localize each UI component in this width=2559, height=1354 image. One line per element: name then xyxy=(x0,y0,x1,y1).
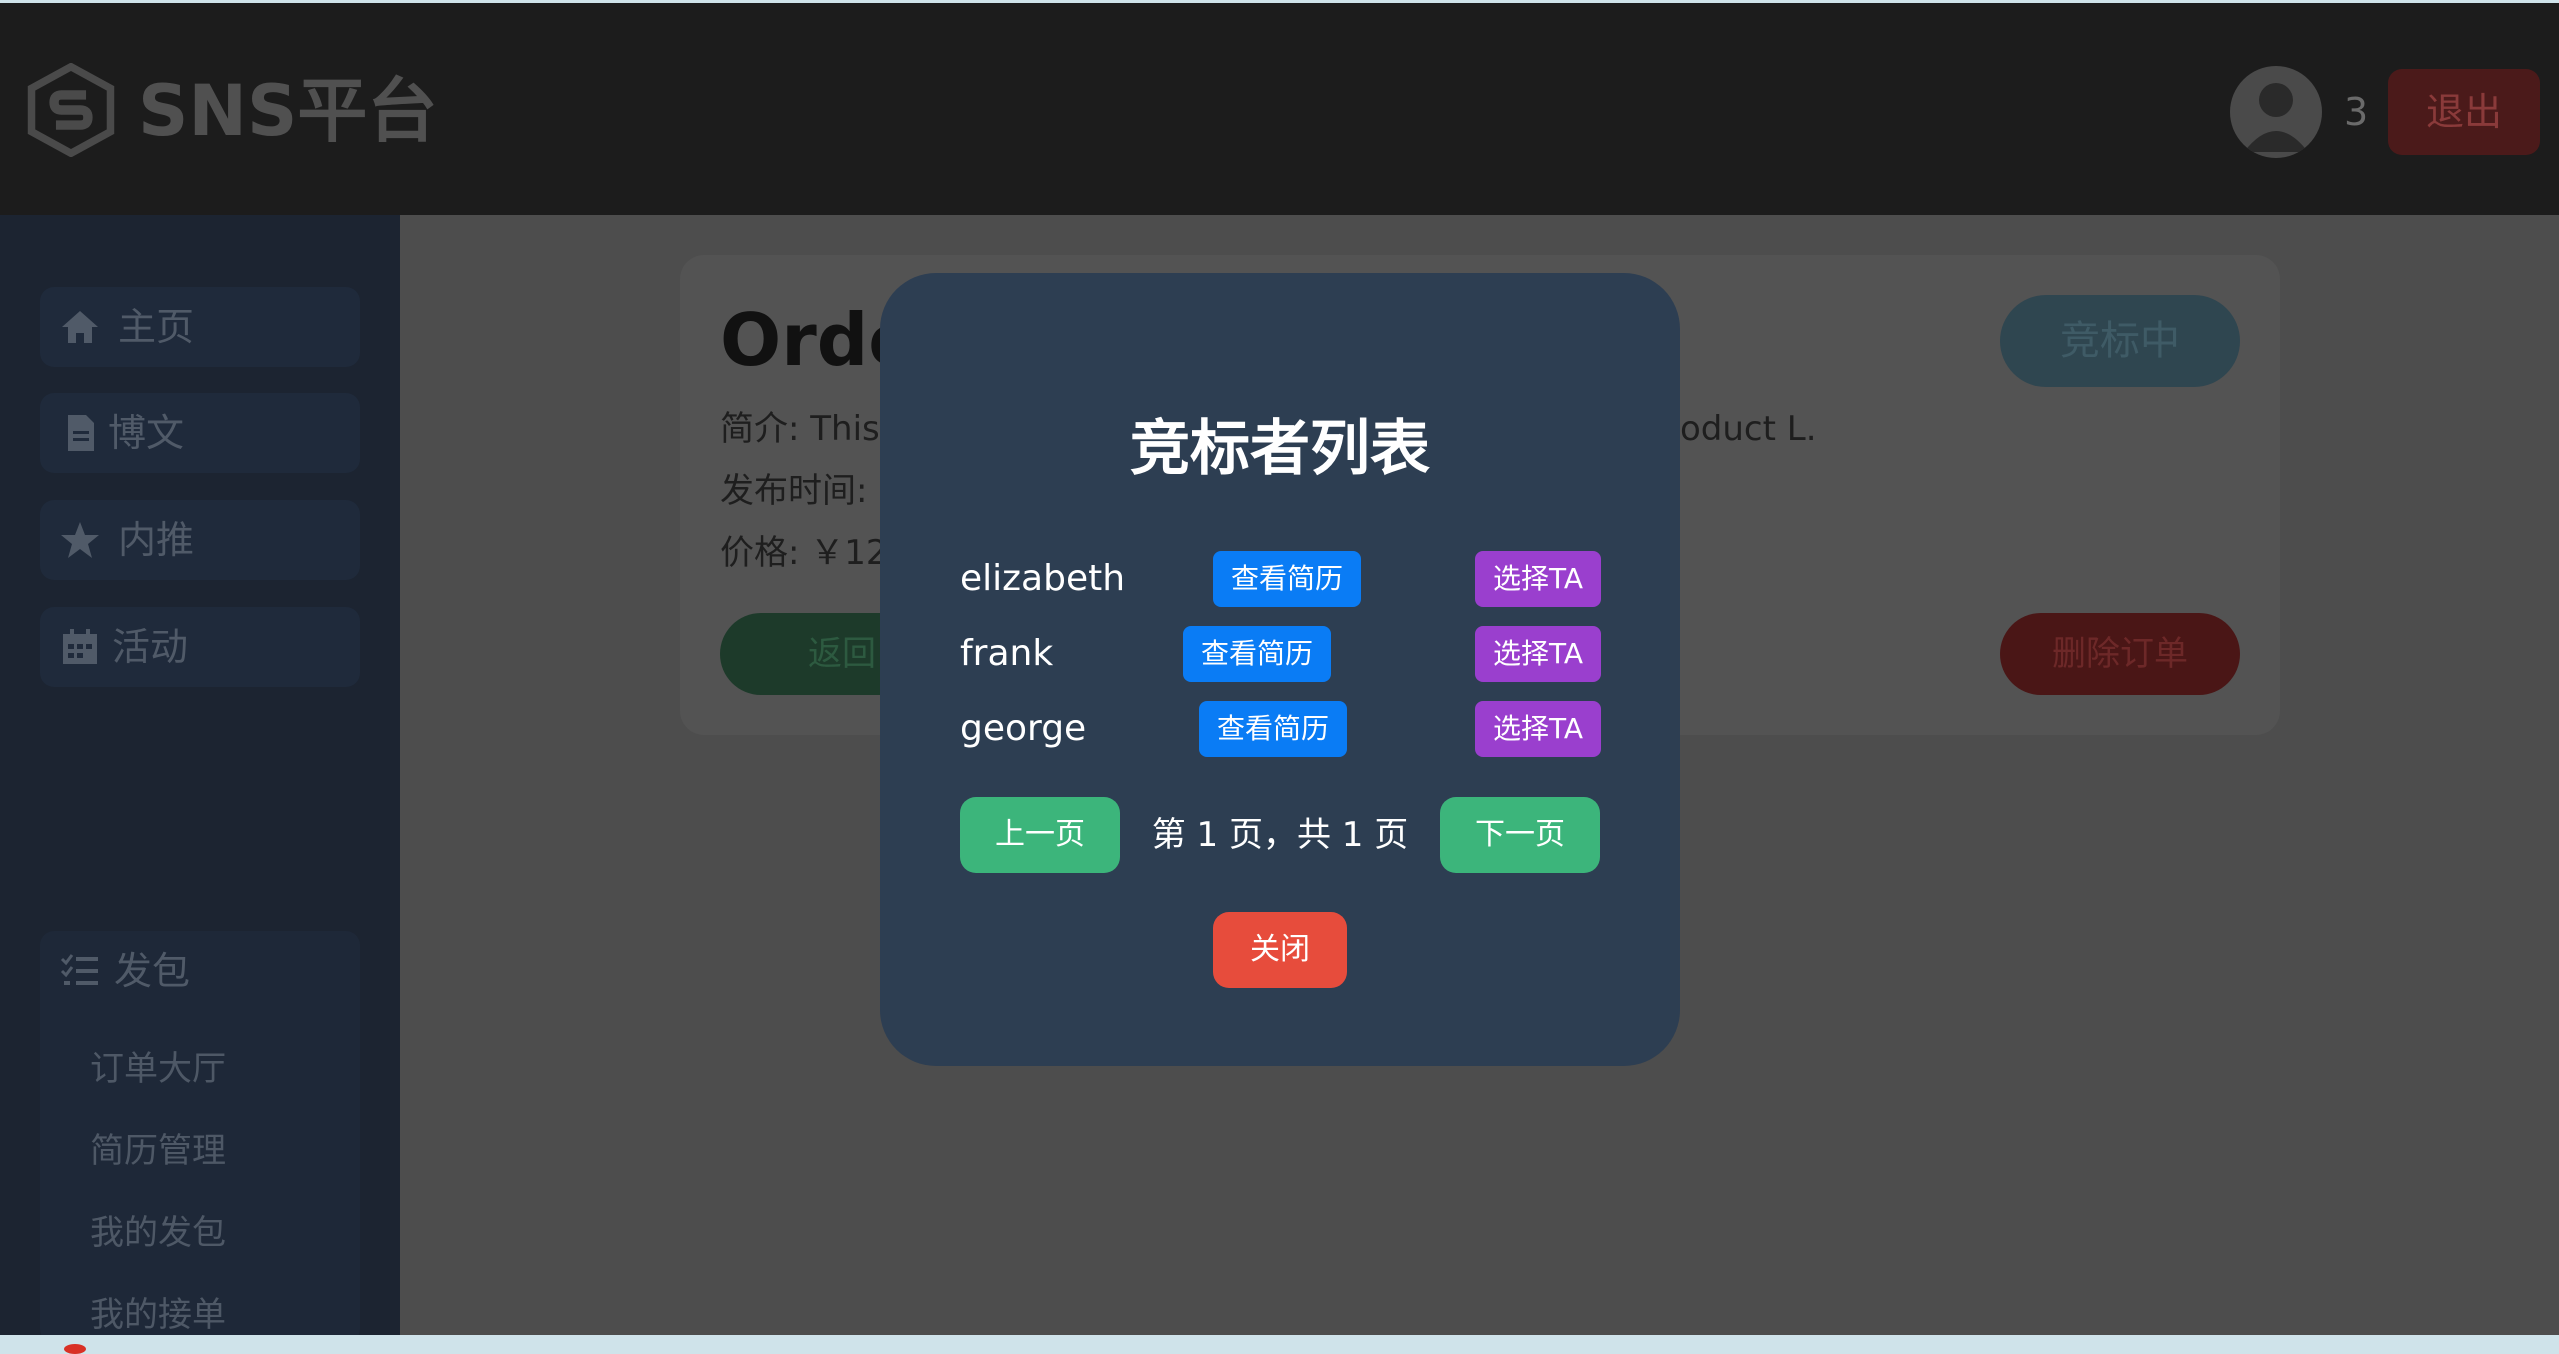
bidder-name: elizabeth xyxy=(960,558,1126,599)
notification-count: 3 xyxy=(2344,90,2369,134)
sidebar-item-label: 活动 xyxy=(112,625,189,669)
sidebar-item-referral[interactable]: 内推 xyxy=(40,500,360,580)
document-icon xyxy=(68,415,94,451)
choose-bidder-button[interactable]: 选择TA xyxy=(1475,551,1601,607)
choose-bidder-button[interactable]: 选择TA xyxy=(1475,626,1601,682)
prev-page-button[interactable]: 上一页 xyxy=(960,797,1120,873)
home-icon xyxy=(62,311,98,343)
submenu-item-resume-management[interactable]: 简历管理 xyxy=(90,1129,226,1173)
user-icon xyxy=(2244,83,2308,152)
bottom-strip xyxy=(0,1335,2559,1349)
submenu-item-my-orders[interactable]: 我的接单 xyxy=(90,1293,226,1337)
submenu-item-my-posts[interactable]: 我的发包 xyxy=(90,1211,226,1255)
bidder-name: frank xyxy=(960,633,1054,674)
choose-bidder-button[interactable]: 选择TA xyxy=(1475,701,1601,757)
sidebar-item-label: 主页 xyxy=(118,305,195,349)
bidder-name: george xyxy=(960,708,1087,749)
submenu-item-order-hall[interactable]: 订单大厅 xyxy=(90,1047,226,1091)
sidebar-item-publish[interactable]: 发包 xyxy=(40,931,360,1011)
bidder-list-modal: 竞标者列表 elizabeth 查看简历 选择TA frank 查看简历 选择T… xyxy=(880,273,1680,1066)
logout-button[interactable]: 退出 xyxy=(2388,69,2540,155)
logo-icon xyxy=(27,63,115,157)
view-resume-button[interactable]: 查看简历 xyxy=(1183,626,1331,682)
list-icon xyxy=(60,954,98,985)
sidebar: 主页 博文 内推 活动 发包 订单大厅 简历管理 我的发包 我的接单 xyxy=(0,215,400,1343)
page-info: 第 1 页，共 1 页 xyxy=(1151,815,1409,855)
sidebar-submenu: 发包 订单大厅 简历管理 我的发包 我的接单 xyxy=(40,931,360,1343)
sidebar-item-home[interactable]: 主页 xyxy=(40,287,360,367)
status-badge: 竞标中 xyxy=(2000,295,2240,387)
star-icon xyxy=(61,522,99,558)
delete-order-button[interactable]: 删除订单 xyxy=(2000,613,2240,695)
modal-title: 竞标者列表 xyxy=(1130,414,1430,484)
next-page-button[interactable]: 下一页 xyxy=(1440,797,1600,873)
close-button[interactable]: 关闭 xyxy=(1213,912,1347,988)
sidebar-item-label: 发包 xyxy=(114,949,191,993)
top-navigation-bar: SNS平台 3 退出 xyxy=(0,3,2559,215)
status-dot-icon xyxy=(64,1344,86,1354)
sidebar-item-events[interactable]: 活动 xyxy=(40,607,360,687)
sidebar-item-blog[interactable]: 博文 xyxy=(40,393,360,473)
order-publish-time: 发布时间: 2 xyxy=(720,471,900,511)
order-intro-tail: oduct L. xyxy=(1680,409,1817,449)
calendar-icon xyxy=(63,629,97,664)
sidebar-item-label: 博文 xyxy=(108,411,185,455)
user-avatar[interactable] xyxy=(2230,66,2322,158)
view-resume-button[interactable]: 查看简历 xyxy=(1199,701,1347,757)
logo-text: SNS平台 xyxy=(138,70,438,152)
sidebar-item-label: 内推 xyxy=(118,518,195,562)
view-resume-button[interactable]: 查看简历 xyxy=(1213,551,1361,607)
